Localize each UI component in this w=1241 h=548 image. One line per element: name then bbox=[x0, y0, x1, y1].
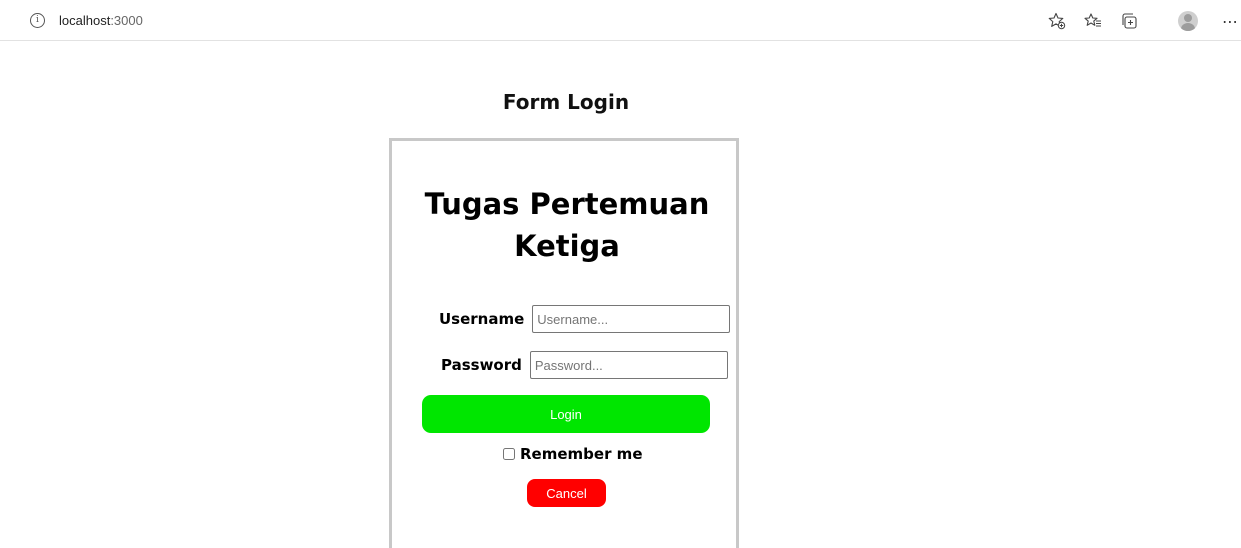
avatar bbox=[1178, 11, 1198, 31]
username-input[interactable] bbox=[532, 305, 731, 333]
card-title-line-2: Ketiga bbox=[514, 229, 620, 263]
remember-me-label: Remember me bbox=[520, 445, 643, 463]
site-info-icon[interactable]: i bbox=[30, 12, 45, 28]
favorite-add-icon[interactable] bbox=[1046, 10, 1068, 32]
username-row: Username bbox=[439, 305, 731, 333]
favorites-icon[interactable] bbox=[1082, 10, 1104, 32]
password-input[interactable] bbox=[529, 351, 728, 379]
url-text[interactable]: localhost:3000 bbox=[59, 13, 143, 28]
card-title: Tugas Pertemuan Ketiga bbox=[392, 183, 742, 267]
login-button[interactable]: Login bbox=[422, 395, 710, 433]
url-port: :3000 bbox=[110, 12, 143, 28]
collections-icon[interactable] bbox=[1118, 10, 1140, 32]
page-title: Form Login bbox=[502, 90, 630, 114]
address-bar[interactable]: i localhost:3000 bbox=[30, 10, 143, 30]
url-host: localhost bbox=[59, 12, 111, 28]
login-form-card: Tugas Pertemuan Ketiga Username Password… bbox=[389, 138, 739, 548]
remember-me[interactable]: Remember me bbox=[503, 445, 643, 463]
profile-avatar-icon[interactable] bbox=[1177, 10, 1199, 32]
password-label: Password bbox=[441, 356, 522, 374]
password-row: Password bbox=[441, 351, 728, 379]
remember-me-checkbox[interactable] bbox=[503, 448, 515, 460]
browser-toolbar: i localhost:3000 ⋯ bbox=[0, 0, 1241, 41]
cancel-button[interactable]: Cancel bbox=[527, 479, 606, 507]
more-options-icon[interactable]: ⋯ bbox=[1219, 10, 1241, 32]
username-label: Username bbox=[439, 310, 525, 328]
card-title-line-1: Tugas Pertemuan bbox=[424, 187, 710, 221]
